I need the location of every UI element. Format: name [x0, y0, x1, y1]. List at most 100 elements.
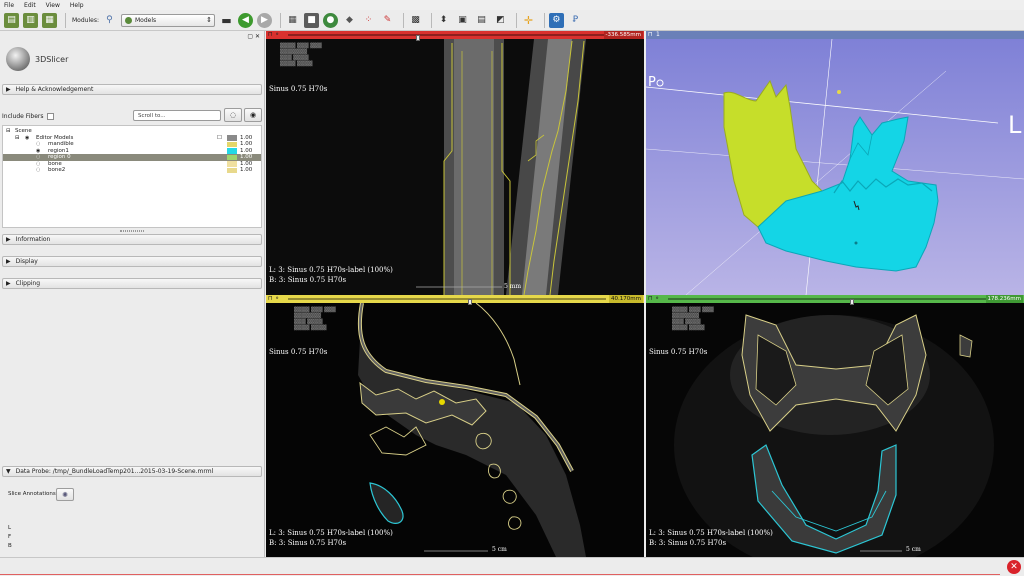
module-selector[interactable]: Models ⇕	[120, 13, 215, 27]
pin-icon[interactable]: ⊓ ⚬	[648, 295, 660, 302]
red-scale-bar: 5 mm	[504, 283, 522, 290]
status-bar: ✕	[0, 557, 1024, 576]
expand-arrow-icon: ▶	[6, 86, 11, 93]
back-arrow-icon[interactable]: ◀	[237, 12, 253, 28]
pin-icon[interactable]: ⊓ ⚬	[268, 295, 280, 302]
yellow-view-title: Sinus 0.75 H70s	[269, 348, 328, 356]
green-offset-value[interactable]: 178.236mm	[985, 295, 1023, 303]
red-view-controller[interactable]: ⊓ ⚬ -336.585mm	[266, 31, 644, 41]
expand-arrow-icon: ▶	[6, 236, 11, 243]
green-slice-view[interactable]: ⊓ ⚬ 178.236mm ▓▓▓▓ ▓▓▓ ▓▓▓ ▓▓▓▓▓▓▓ ▓▓▓ ▓▓▓…	[646, 295, 1024, 557]
python-icon[interactable]: Ꝑ	[568, 13, 583, 28]
error-log-icon[interactable]: ✕	[1007, 560, 1021, 574]
3d-view[interactable]: ⊓ 1 P L	[646, 31, 1024, 295]
color-swatch[interactable]	[227, 148, 237, 154]
toolbar-separator	[65, 12, 66, 28]
yellow-offset-slider[interactable]	[288, 298, 606, 305]
mouse-mode-icon[interactable]: ⬍	[436, 13, 451, 28]
menu-edit[interactable]: Edit	[24, 2, 36, 9]
yellow-scale-bar: 5 cm	[492, 546, 507, 553]
clipping-section-header[interactable]: ▶ Clipping	[2, 278, 262, 289]
module-selected: Models	[134, 16, 157, 24]
patient-info-overlay: ▓▓▓▓ ▓▓▓ ▓▓▓ ▓▓▓▓▓▓▓ ▓▓▓ ▓▓▓▓ ▓▓▓▓ ▓▓▓▓	[672, 307, 714, 331]
modules-label: Modules:	[72, 16, 99, 24]
color-swatch[interactable]	[227, 141, 237, 147]
save-icon[interactable]: ▦	[42, 12, 57, 28]
color-swatch[interactable]	[227, 167, 237, 173]
slider-thumb[interactable]	[850, 299, 854, 305]
include-fibers-label: Include Fibers	[2, 112, 44, 120]
visibility-toggle-icon[interactable]: ◌	[224, 108, 242, 122]
extension-icon[interactable]: ⚙	[548, 12, 564, 28]
eye-closed-icon[interactable]: ◌	[36, 167, 40, 174]
markers-icon[interactable]: ⁘	[361, 13, 376, 28]
menu-help[interactable]: Help	[70, 2, 84, 9]
data-probe-header[interactable]: ▼ Data Probe: /tmp/_BundleLoadTemp201...…	[2, 466, 262, 477]
probe-row-b: B	[8, 543, 12, 549]
pen-icon[interactable]: ✎	[380, 13, 395, 28]
scroll-to-input[interactable]: Scroll to...	[133, 110, 221, 121]
color-swatch[interactable]	[227, 161, 237, 167]
cube-icon[interactable]: ■	[303, 12, 319, 28]
probe-row-f: F	[8, 534, 12, 540]
pin-icon[interactable]: ⊓ ⚬	[268, 31, 280, 38]
panel-splitter[interactable]	[120, 230, 144, 232]
red-view-title: Sinus 0.75 H70s	[269, 85, 328, 93]
information-section-header[interactable]: ▶ Information	[2, 234, 262, 245]
color-swatch[interactable]	[227, 154, 237, 160]
include-fibers-checkbox[interactable]	[46, 112, 54, 120]
globe-icon[interactable]: ●	[322, 12, 338, 28]
3d-marker-l: L	[1008, 111, 1022, 139]
menu-file[interactable]: File	[4, 2, 14, 9]
module-panel: ▢ ✕ 3DSlicer ▶ Help & Acknowledgement In…	[0, 31, 265, 557]
red-slice-view[interactable]: ⊓ ⚬ -336.585mm ▓▓▓▓ ▓▓▓ ▓▓▓ ▓▓▓▓▓▓▓ ▓▓▓ ▓▓…	[266, 31, 644, 295]
forward-arrow-icon[interactable]: ▶	[256, 12, 272, 28]
yellow-offset-value[interactable]: 40.170mm	[609, 295, 643, 303]
toolbar-separator	[402, 12, 404, 28]
patient-info-overlay: ▓▓▓▓ ▓▓▓ ▓▓▓ ▓▓▓▓▓▓▓ ▓▓▓ ▓▓▓▓ ▓▓▓▓ ▓▓▓▓	[294, 307, 336, 331]
red-offset-value[interactable]: -336.585mm	[603, 31, 643, 39]
load-data-icon[interactable]: ▤	[4, 12, 19, 28]
red-slice-image	[266, 39, 644, 295]
chevron-down-icon: ⇕	[206, 15, 212, 24]
menu-view[interactable]: View	[46, 2, 60, 9]
green-view-title: Sinus 0.75 H70s	[649, 348, 708, 356]
toolbar-separator	[515, 12, 517, 28]
layout-grid-icon[interactable]: ▩	[408, 13, 423, 28]
red-offset-slider[interactable]	[288, 34, 606, 41]
red-background-line: B: 3: Sinus 0.75 H70s	[269, 276, 347, 284]
slider-thumb[interactable]	[416, 35, 420, 41]
screenshot-icon[interactable]: ▣	[455, 13, 470, 28]
search-icon[interactable]: ⚲	[102, 13, 117, 28]
help-section-header[interactable]: ▶ Help & Acknowledgement	[2, 84, 262, 95]
pin-icon[interactable]: ⊓	[648, 31, 653, 38]
shapes-icon[interactable]: ◆	[342, 13, 357, 28]
green-background-line: B: 3: Sinus 0.75 H70s	[649, 539, 727, 547]
color-swatch[interactable]	[227, 135, 237, 141]
module-list-icon[interactable]: ▬	[219, 13, 234, 28]
dcm-icon[interactable]: ▥	[23, 12, 38, 28]
slice-annotations-label: Slice Annotations:	[8, 491, 58, 497]
3d-view-controller[interactable]: ⊓ 1	[646, 31, 1024, 39]
green-label-line: L: 3: Sinus 0.75 H70s-label (100%)	[649, 529, 773, 537]
green-offset-slider[interactable]	[668, 298, 986, 305]
panel-window-controls[interactable]: ▢ ✕	[247, 33, 260, 40]
green-view-controller[interactable]: ⊓ ⚬ 178.236mm	[646, 295, 1024, 305]
yellow-view-controller[interactable]: ⊓ ⚬ 40.170mm	[266, 295, 644, 305]
probe-row-l: L	[8, 525, 12, 531]
slice-annotations-button[interactable]: ✺	[56, 488, 74, 501]
scene-view-icon[interactable]: ▤	[474, 13, 489, 28]
crosshair-icon[interactable]: ✛	[521, 13, 536, 28]
expand-arrow-icon: ▶	[6, 280, 11, 287]
display-section-header[interactable]: ▶ Display	[2, 256, 262, 267]
include-fibers-row: Include Fibers	[2, 109, 262, 123]
yellow-background-line: B: 3: Sinus 0.75 H70s	[269, 539, 347, 547]
eye-icon[interactable]: ◉	[244, 108, 262, 122]
tree-row-bone2[interactable]: ◌ bone2 1.00	[3, 167, 261, 174]
yellow-slice-view[interactable]: ⊓ ⚬ 40.170mm ▓▓▓▓ ▓▓▓ ▓▓▓ ▓▓▓▓▓▓▓ ▓▓▓ ▓▓▓▓…	[266, 295, 644, 557]
grid-icon[interactable]: ▦	[285, 13, 300, 28]
window-level-icon[interactable]: ◩	[493, 13, 508, 28]
slider-thumb[interactable]	[468, 299, 472, 305]
slicer-window: File Edit View Help ▤ ▥ ▦ Modules: ⚲ Mod…	[0, 0, 1024, 576]
expand-arrow-icon: ▶	[6, 258, 11, 265]
